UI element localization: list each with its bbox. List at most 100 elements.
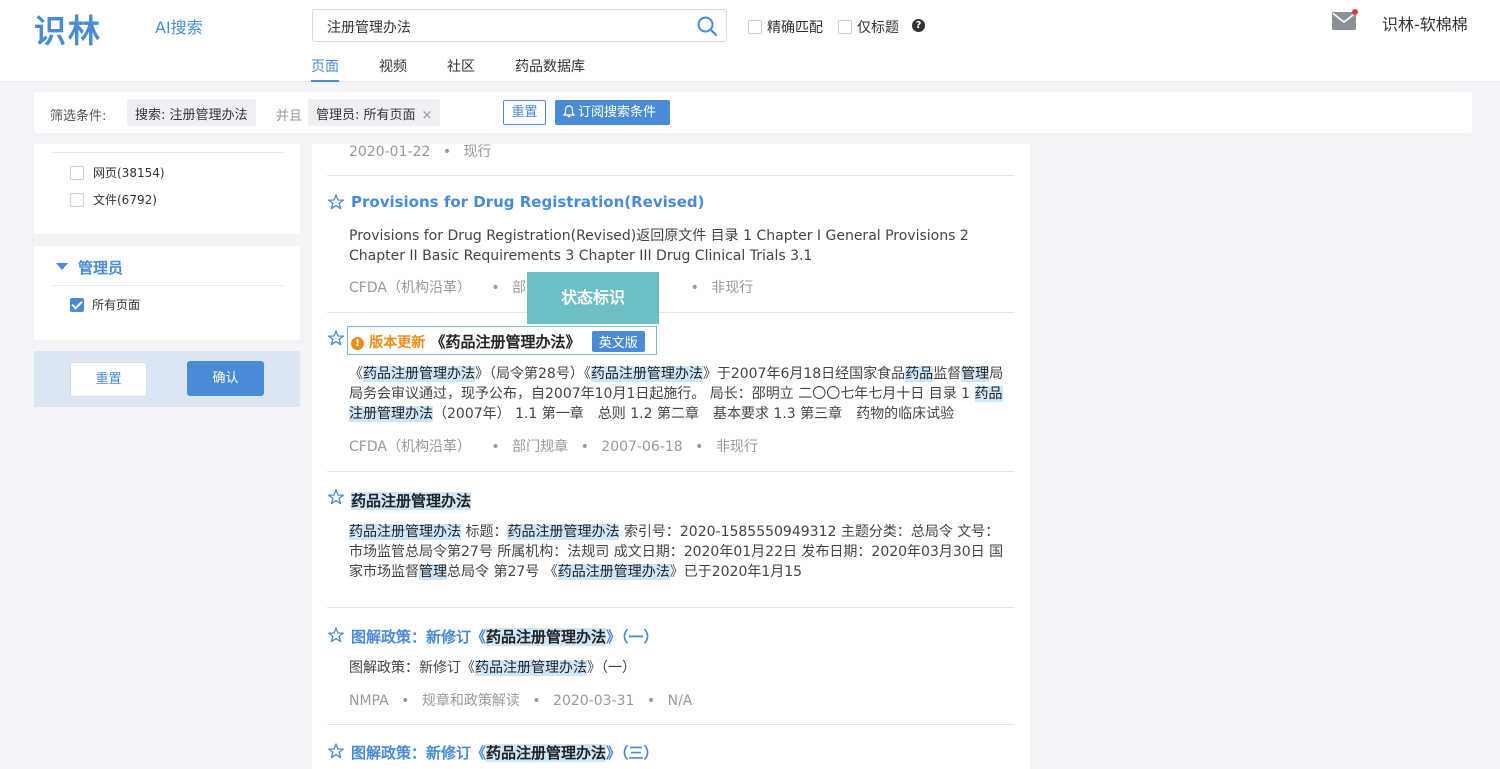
search-icon[interactable] <box>696 15 718 37</box>
divider <box>327 607 1014 608</box>
star-icon[interactable] <box>328 489 344 505</box>
exact-match-option[interactable]: 精确匹配 <box>748 17 823 37</box>
result-snippet: 图解政策：新修订《药品注册管理办法》（一） <box>349 658 1013 678</box>
result-title-link[interactable]: 图解政策：新修订《药品注册管理办法》（三） <box>351 742 659 763</box>
divider <box>327 312 1014 313</box>
result-title-link[interactable]: 图解政策：新修订《药品注册管理办法》（一） <box>351 626 659 647</box>
type-option-file[interactable]: 文件(6792) <box>70 191 157 208</box>
meta-dot: • <box>401 693 410 709</box>
snippet-highlight: 药品注册管理办法 <box>363 366 475 382</box>
help-icon[interactable]: ? <box>912 19 925 32</box>
site-logo[interactable]: 识林 <box>34 6 102 52</box>
meta-status: N/A <box>667 693 693 709</box>
title-only-checkbox[interactable] <box>838 20 852 34</box>
snippet-highlight: 药品注册管理办法 <box>507 524 620 540</box>
snippet-text: 》（一） <box>587 660 636 676</box>
filter-chip-search: 搜索: 注册管理办法 <box>127 99 256 126</box>
search-tabs: 页面 视频 社区 药品数据库 <box>311 56 625 82</box>
snippet-highlight: 药品注册管理办法 <box>590 366 703 382</box>
snippet-text: 监督 <box>933 366 962 382</box>
top-header: 识林 AI搜索 注册管理办法 精确匹配 仅标题 ? 页面 视频 社区 药品数据库… <box>0 0 1500 82</box>
caret-down-icon[interactable] <box>56 263 68 270</box>
filter-reset-button[interactable]: 重置 <box>503 100 546 125</box>
type-filter-panel: 网页(38154) 文件(6792) <box>34 144 300 234</box>
snippet-highlight: 管理 <box>419 564 447 580</box>
star-icon[interactable] <box>328 627 344 643</box>
meta-type: 部门规章 <box>512 439 569 455</box>
search-input[interactable]: 注册管理办法 <box>312 9 727 42</box>
sidebar-reset-button[interactable]: 重置 <box>70 362 147 397</box>
filter-bar: 筛选条件: 搜索: 注册管理办法 并且 管理员: 所有页面 × 重置 订阅搜索条件 <box>34 92 1472 133</box>
result-snippet: 《药品注册管理办法》（局令第28号）《药品注册管理办法》于2007年6月18日经… <box>349 364 1013 424</box>
divider <box>52 285 284 286</box>
title-text: 图解政策：新修订《 <box>351 744 487 762</box>
sidebar-actions: 重置 确认 <box>34 351 300 407</box>
result-snippet: 药品注册管理办法 标题：药品注册管理办法 索引号：2020-1585550949… <box>349 522 1013 582</box>
snippet-text: 总局令 第27号 《 <box>447 564 558 580</box>
close-icon[interactable]: × <box>422 108 433 123</box>
result-snippet: Provisions for Drug Registration(Revised… <box>349 228 969 264</box>
meta-status: 现行 <box>463 144 492 160</box>
sidebar-confirm-button[interactable]: 确认 <box>187 361 264 396</box>
snippet-text: 标题： <box>461 524 508 540</box>
meta-dot: • <box>491 280 500 296</box>
result-title-text[interactable]: 《药品注册管理办法》 <box>430 333 580 351</box>
meta-dot: • <box>646 693 656 709</box>
meta-dot: • <box>695 439 704 455</box>
result-title-text[interactable]: 药品注册管理办法 <box>351 492 472 510</box>
star-icon[interactable] <box>328 194 344 210</box>
title-highlight: 药品注册管理办法 <box>486 628 607 646</box>
results-list: 2020-01-22 • 现行 Provisions for Drug Regi… <box>312 144 1030 769</box>
tab-community[interactable]: 社区 <box>447 56 475 82</box>
type-webpage-checkbox[interactable] <box>70 165 84 180</box>
search-input-value[interactable]: 注册管理办法 <box>327 17 411 37</box>
snippet-highlight: 管理 <box>961 366 990 382</box>
divider <box>327 175 1014 176</box>
subscribe-search-button[interactable]: 订阅搜索条件 <box>555 100 670 125</box>
result-title-link[interactable]: Provisions for Drug Registration(Revised… <box>351 193 704 211</box>
tab-pages[interactable]: 页面 <box>311 56 339 82</box>
user-name[interactable]: 识林-软棉棉 <box>1382 11 1468 35</box>
snippet-text: 》（局令第28号）《 <box>475 366 591 382</box>
tab-videos[interactable]: 视频 <box>379 56 407 82</box>
result-title-link[interactable]: ! 版本更新 《药品注册管理办法》 英文版 <box>351 331 645 352</box>
title-text: 》（三） <box>606 744 659 762</box>
type-option-webpage[interactable]: 网页(38154) <box>70 164 165 181</box>
exact-match-checkbox[interactable] <box>748 20 762 34</box>
warning-icon: ! <box>351 337 364 350</box>
title-only-option[interactable]: 仅标题 <box>838 17 899 37</box>
admin-option-all-pages[interactable]: 所有页面 <box>70 296 140 313</box>
result-meta: 2020-01-22 • 现行 <box>349 144 492 161</box>
type-file-checkbox[interactable] <box>70 192 84 207</box>
meta-dot: • <box>442 144 452 160</box>
meta-status: 非现行 <box>711 280 754 296</box>
version-update-label: 版本更新 <box>369 335 426 351</box>
ai-search-link[interactable]: AI搜索 <box>155 14 203 38</box>
star-icon[interactable] <box>328 330 344 346</box>
result-title-link[interactable]: 药品注册管理办法 <box>351 490 472 511</box>
english-version-badge[interactable]: 英文版 <box>591 331 645 352</box>
divider <box>327 724 1014 725</box>
snippet-text: 图解政策：新修订《 <box>349 660 475 676</box>
meta-dot: • <box>580 439 589 455</box>
snippet-highlight: 药品 <box>905 366 934 382</box>
all-pages-checkbox[interactable] <box>70 297 84 312</box>
tab-drug-database[interactable]: 药品数据库 <box>515 56 585 82</box>
snippet-highlight: 药品注册管理办法 <box>557 564 670 580</box>
type-file-label: 文件(6792) <box>93 193 157 207</box>
title-text: 图解政策：新修订《 <box>351 628 487 646</box>
status-tooltip: 状态标识 <box>527 272 659 324</box>
filter-and: 并且 <box>276 109 303 124</box>
admin-filter-title[interactable]: 管理员 <box>78 257 123 278</box>
notification-dot <box>1352 9 1358 15</box>
result-meta: NMPA • 规章和政策解读 • 2020-03-31 • N/A <box>349 690 692 710</box>
snippet-text: （2007年） 1.1 第一章 总则 1.2 第二章 基本要求 1.3 第三章 … <box>433 406 955 422</box>
bell-icon <box>562 105 576 118</box>
type-webpage-label: 网页(38154) <box>93 166 165 180</box>
result-meta: CFDA（机构沿革） • 部门规章 • 2007-06-18 • 非现行 <box>349 436 758 456</box>
star-icon[interactable] <box>328 743 344 759</box>
meta-date: 2020-03-31 <box>553 693 635 709</box>
mail-icon[interactable] <box>1332 12 1356 30</box>
divider <box>327 471 1014 472</box>
snippet-text: 《 <box>349 366 363 382</box>
